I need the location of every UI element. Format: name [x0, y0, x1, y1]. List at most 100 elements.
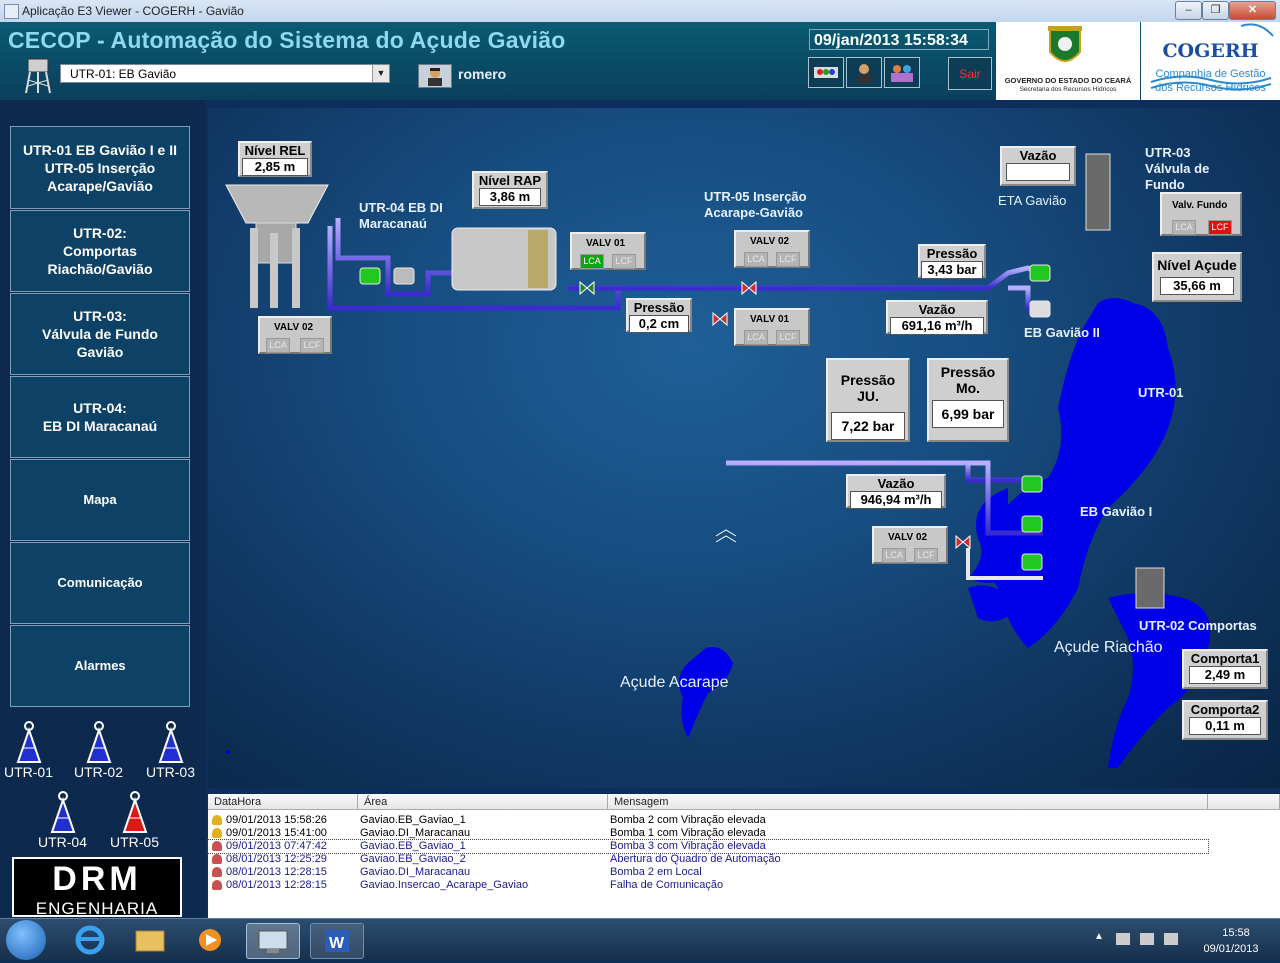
nav-utr04[interactable]: UTR-04: EB DI Maracanaú — [10, 376, 190, 458]
nav-utr02[interactable]: UTR-02: Comportas Riachão/Gavião — [10, 210, 190, 292]
exit-button[interactable]: Sair — [948, 57, 992, 90]
action-center-icon[interactable] — [1116, 933, 1130, 945]
minimize-button[interactable]: – — [1175, 1, 1202, 20]
antenna-icon — [158, 721, 184, 763]
lcf-indicator: LCF — [776, 330, 800, 345]
table-row[interactable]: 08/01/2013 12:28:15 Gaviao.Insercao_Acara… — [208, 879, 1208, 892]
comporta-value: 0,11 m — [1189, 717, 1261, 735]
gov-logo-subtext: Secretaria dos Recursos Hídricos — [1019, 86, 1117, 93]
antenna-icon — [16, 721, 42, 763]
antenna-utr03[interactable]: UTR-03 — [146, 720, 196, 780]
window-title: Aplicação E3 Viewer - COGERH - Gavião — [22, 4, 244, 18]
drm-logo-subtext: ENGENHARIA — [35, 899, 159, 918]
vazao-gaviao2-panel: Vazão 691,16 m³/h — [886, 300, 988, 335]
media-player-icon[interactable] — [184, 923, 236, 957]
antenna-utr05[interactable]: UTR-05 — [110, 790, 160, 850]
taskbar-clock-date[interactable]: 09/01/2013 — [1196, 943, 1266, 955]
word-icon[interactable]: W — [310, 923, 364, 959]
pressao-title: Pressão — [633, 300, 685, 315]
valv01-utr04[interactable]: VALV 01 LCA LCF — [570, 232, 646, 270]
cogerh-name: COGERH — [1162, 40, 1259, 62]
pressao-ju-title: Pressão JU. — [840, 372, 896, 404]
volume-icon[interactable] — [1164, 933, 1178, 945]
valv-fundo[interactable]: Valv. Fundo LCA LCF — [1160, 192, 1242, 236]
column-header-area[interactable]: Área — [358, 794, 608, 810]
nav-comunicacao[interactable]: Comunicação — [10, 542, 190, 624]
comporta-value: 2,49 m — [1189, 666, 1261, 684]
antenna-label: UTR-04 — [38, 834, 88, 850]
nav-alarmes[interactable]: Alarmes — [10, 625, 190, 707]
alarm-message: Bomba 2 com Vibração elevada — [610, 814, 766, 826]
nivel-rap-panel: Nível RAP 3,86 m — [472, 171, 548, 209]
valv02-eb-gaviao1[interactable]: VALV 02 LCA LCF — [872, 526, 948, 564]
nivel-rap-title: Nível RAP — [478, 173, 542, 188]
lca-indicator: LCA — [882, 548, 906, 563]
antenna-utr01[interactable]: UTR-01 — [4, 720, 54, 780]
table-row[interactable]: 08/01/2013 12:25:29 Gaviao.EB_Gaviao_2 Abe… — [208, 853, 1208, 866]
explorer-icon[interactable] — [124, 923, 176, 957]
valv-title: VALV 02 — [888, 532, 928, 543]
utr-select-dropdown[interactable]: UTR-01: EB Gavião ▼ — [60, 64, 390, 83]
pressao-mo-value: 6,99 bar — [932, 400, 1004, 428]
vazao-title: Vazão — [877, 476, 915, 491]
nivel-acude-title: Nível Açude — [1157, 257, 1237, 273]
bell-crossed-icon — [212, 867, 222, 877]
pressao-utr05-panel: Pressão 0,2 cm — [626, 298, 692, 333]
utr03-label: UTR-03 Válvula de Fundo — [1145, 145, 1210, 192]
alarm-list: DataHora Área Mensagem 09/01/2013 15:58:… — [207, 794, 1280, 918]
antenna-label: UTR-01 — [4, 764, 54, 780]
table-row[interactable]: 08/01/2013 12:28:15 Gaviao.DI_Maracanau Bo… — [208, 866, 1208, 879]
nav-mapa[interactable]: Mapa — [10, 459, 190, 541]
start-orb-icon[interactable] — [6, 920, 46, 960]
close-window-button[interactable]: ✕ — [1229, 1, 1276, 20]
user-login-button[interactable] — [846, 57, 882, 88]
column-header-datahora[interactable]: DataHora — [208, 794, 358, 810]
maximize-button[interactable]: ❐ — [1202, 1, 1229, 20]
antenna-utr04[interactable]: UTR-04 — [38, 790, 88, 850]
vazao-value — [1006, 163, 1070, 181]
alarm-message: Bomba 3 com Vibração elevada — [610, 840, 766, 852]
ie-icon[interactable] — [64, 923, 116, 957]
users-group-button[interactable] — [884, 57, 920, 88]
utr01-label: UTR-01 — [1138, 385, 1184, 400]
user-avatar-icon[interactable] — [418, 64, 452, 88]
chevron-down-icon[interactable]: ▼ — [372, 65, 389, 82]
antenna-utr02[interactable]: UTR-02 — [74, 720, 124, 780]
nav-utr03[interactable]: UTR-03: Válvula de Fundo Gavião — [10, 293, 190, 375]
nivel-acude-panel: Nível Açude 35,66 m — [1152, 252, 1242, 302]
app-window-icon — [4, 4, 19, 19]
vazao-eta-panel: Vazão — [1000, 146, 1076, 186]
windows-taskbar: W ▲ 15:58 09/01/2013 — [0, 918, 1280, 961]
antenna-alarm-icon — [122, 791, 148, 833]
tray-expand-icon[interactable]: ▲ — [1094, 931, 1104, 942]
column-header-mensagem[interactable]: Mensagem — [608, 794, 1208, 810]
alarm-datetime: 08/01/2013 12:28:15 — [226, 866, 327, 878]
alarm-area: Gaviao.EB_Gaviao_1 — [360, 840, 466, 852]
nav-utr01-utr05[interactable]: UTR-01 EB Gavião I e II UTR-05 Inserção … — [10, 126, 190, 209]
nivel-rel-value: 2,85 m — [242, 158, 308, 176]
valv02-utr05[interactable]: VALV 02 LCA LCF — [734, 230, 810, 268]
bell-icon — [212, 828, 222, 838]
column-header-blank — [1208, 794, 1280, 810]
valv01-utr05[interactable]: VALV 01 LCA LCF — [734, 308, 810, 346]
valv-title: VALV 01 — [750, 314, 790, 325]
pressao-ju-value: 7,22 bar — [831, 412, 905, 440]
eb-gaviao2-label: EB Gavião II — [1024, 325, 1100, 340]
network-icon[interactable] — [1140, 933, 1154, 945]
status-leds-button[interactable] — [808, 57, 844, 88]
table-row[interactable]: 09/01/2013 07:47:42 Gaviao.EB_Gaviao_1 Bom… — [207, 839, 1209, 854]
cogerh-logo: COGERH Companhia de Gestão dos Recursos … — [1141, 22, 1280, 100]
antenna-icon — [50, 791, 76, 833]
lca-indicator: LCA — [1172, 220, 1196, 235]
lcf-indicator: LCF — [914, 548, 938, 563]
nivel-acude-value: 35,66 m — [1160, 277, 1234, 295]
e3-viewer-icon[interactable] — [246, 923, 300, 959]
taskbar-clock-time[interactable]: 15:58 — [1206, 927, 1266, 939]
nivel-rap-value: 3,86 m — [479, 188, 541, 206]
antenna-label: UTR-05 — [110, 834, 160, 850]
valv02-utr04[interactable]: VALV 02 LCA LCF — [258, 316, 332, 354]
comporta1-panel: Comporta1 2,49 m — [1182, 649, 1268, 689]
table-row[interactable]: 09/01/2013 15:58:26 Gaviao.EB_Gaviao_1 Bom… — [208, 814, 1208, 827]
table-row[interactable]: 09/01/2013 15:41:00 Gaviao.DI_Maracanau Bo… — [208, 827, 1208, 840]
drm-logo-text: DRM — [52, 860, 142, 898]
